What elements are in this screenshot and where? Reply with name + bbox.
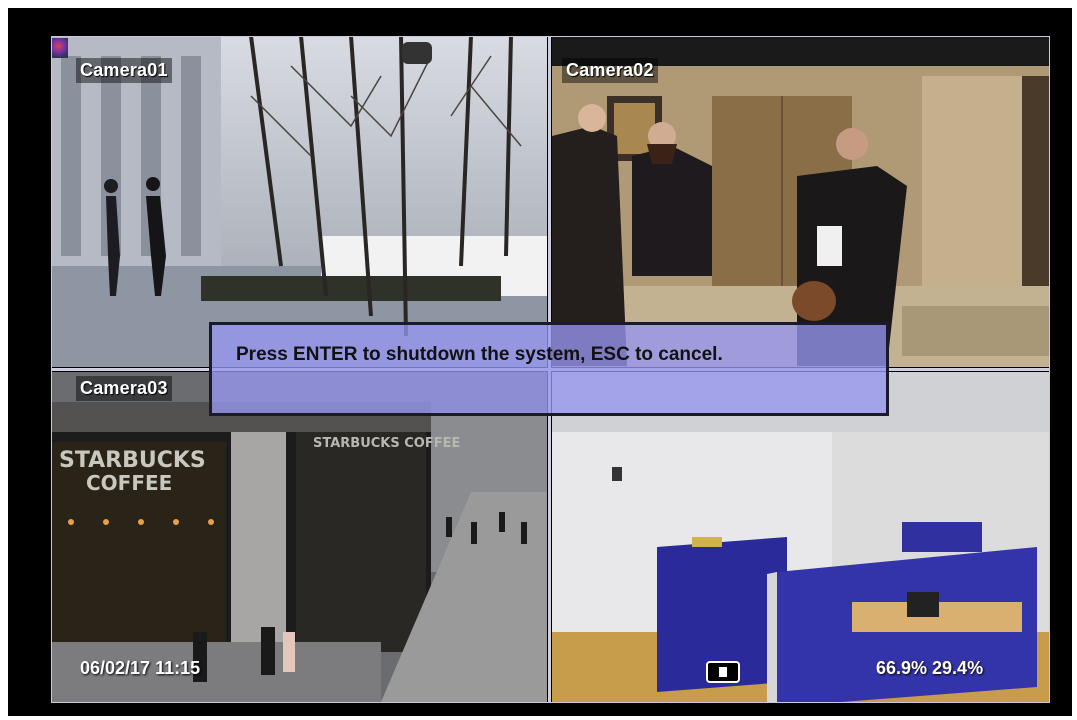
datetime-display: 06/02/17 11:15 (80, 658, 201, 678)
record-icon[interactable] (706, 661, 740, 683)
camera-label-3: Camera03 (76, 376, 172, 401)
shutdown-message: Press ENTER to shutdown the system, ESC … (236, 344, 723, 365)
usage-display: 66.9% 29.4% (876, 658, 984, 678)
status-icon (52, 38, 68, 58)
camera-label-2: Camera02 (562, 58, 658, 83)
camera-label-1: Camera01 (76, 58, 172, 83)
camera-object (402, 42, 432, 64)
shutdown-dialog[interactable]: Press ENTER to shutdown the system, ESC … (209, 322, 889, 416)
